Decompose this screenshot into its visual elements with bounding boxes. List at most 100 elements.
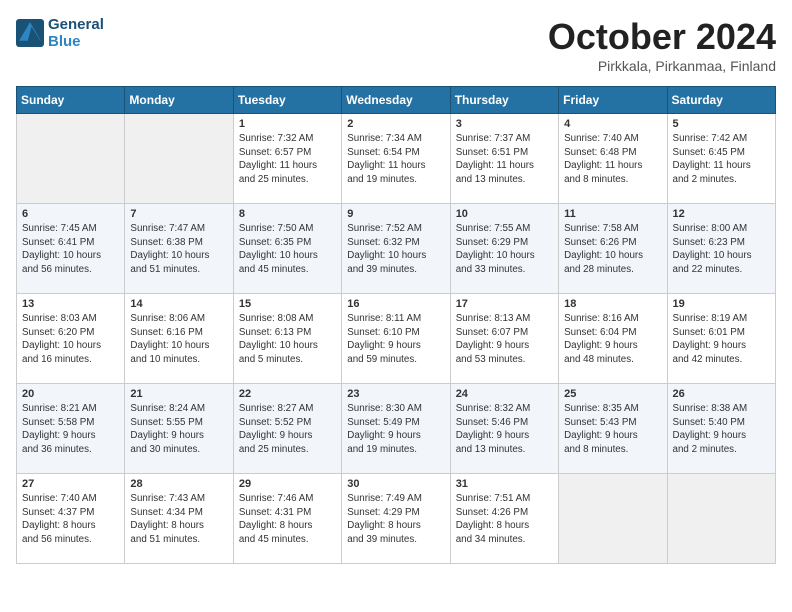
title-block: October 2024 Pirkkala, Pirkanmaa, Finlan… [548,16,776,74]
calendar-cell: 1 Sunrise: 7:32 AM Sunset: 6:57 PM Daylig… [233,114,341,204]
day-info: Sunrise: 8:08 AM Sunset: 6:13 PM Dayligh… [239,312,336,367]
calendar-cell: 16 Sunrise: 8:11 AM Sunset: 6:10 PM Dayli… [342,294,450,384]
day-number: 15 [239,298,336,310]
weekday-header-tuesday: Tuesday [233,87,341,114]
day-info: Sunrise: 7:46 AM Sunset: 4:31 PM Dayligh… [239,492,336,547]
day-info: Sunrise: 7:40 AM Sunset: 4:37 PM Dayligh… [22,492,119,547]
day-number: 23 [347,388,444,400]
day-number: 12 [673,208,770,220]
logo-text: General Blue [48,16,104,50]
day-number: 11 [564,208,661,220]
day-info: Sunrise: 7:40 AM Sunset: 6:48 PM Dayligh… [564,132,661,187]
day-info: Sunrise: 7:58 AM Sunset: 6:26 PM Dayligh… [564,222,661,277]
calendar-cell [559,474,667,564]
day-info: Sunrise: 8:13 AM Sunset: 6:07 PM Dayligh… [456,312,553,367]
weekday-header-sunday: Sunday [17,87,125,114]
calendar-cell: 30 Sunrise: 7:49 AM Sunset: 4:29 PM Dayli… [342,474,450,564]
day-number: 16 [347,298,444,310]
day-number: 19 [673,298,770,310]
logo: General Blue [16,16,104,50]
day-info: Sunrise: 8:38 AM Sunset: 5:40 PM Dayligh… [673,402,770,457]
day-info: Sunrise: 8:30 AM Sunset: 5:49 PM Dayligh… [347,402,444,457]
day-info: Sunrise: 7:45 AM Sunset: 6:41 PM Dayligh… [22,222,119,277]
day-info: Sunrise: 8:11 AM Sunset: 6:10 PM Dayligh… [347,312,444,367]
calendar-cell: 31 Sunrise: 7:51 AM Sunset: 4:26 PM Dayli… [450,474,558,564]
calendar-cell: 26 Sunrise: 8:38 AM Sunset: 5:40 PM Dayli… [667,384,775,474]
day-info: Sunrise: 8:19 AM Sunset: 6:01 PM Dayligh… [673,312,770,367]
day-info: Sunrise: 7:50 AM Sunset: 6:35 PM Dayligh… [239,222,336,277]
day-info: Sunrise: 8:06 AM Sunset: 6:16 PM Dayligh… [130,312,227,367]
calendar-cell [17,114,125,204]
calendar-cell: 19 Sunrise: 8:19 AM Sunset: 6:01 PM Dayli… [667,294,775,384]
day-info: Sunrise: 7:32 AM Sunset: 6:57 PM Dayligh… [239,132,336,187]
day-number: 4 [564,118,661,130]
day-info: Sunrise: 8:21 AM Sunset: 5:58 PM Dayligh… [22,402,119,457]
calendar-cell: 15 Sunrise: 8:08 AM Sunset: 6:13 PM Dayli… [233,294,341,384]
calendar-cell: 14 Sunrise: 8:06 AM Sunset: 6:16 PM Dayli… [125,294,233,384]
month-title: October 2024 [548,16,776,58]
day-number: 2 [347,118,444,130]
day-number: 6 [22,208,119,220]
calendar-cell: 2 Sunrise: 7:34 AM Sunset: 6:54 PM Daylig… [342,114,450,204]
day-info: Sunrise: 7:34 AM Sunset: 6:54 PM Dayligh… [347,132,444,187]
day-number: 18 [564,298,661,310]
weekday-header-monday: Monday [125,87,233,114]
day-info: Sunrise: 7:43 AM Sunset: 4:34 PM Dayligh… [130,492,227,547]
calendar-cell: 25Sunrise: 8:35 AM Sunset: 5:43 PM Dayli… [559,384,667,474]
day-number: 13 [22,298,119,310]
day-number: 8 [239,208,336,220]
day-number: 9 [347,208,444,220]
calendar-cell: 17 Sunrise: 8:13 AM Sunset: 6:07 PM Dayli… [450,294,558,384]
day-info: Sunrise: 8:24 AM Sunset: 5:55 PM Dayligh… [130,402,227,457]
calendar-table: SundayMondayTuesdayWednesdayThursdayFrid… [16,86,776,564]
day-info: Sunrise: 7:49 AM Sunset: 4:29 PM Dayligh… [347,492,444,547]
day-info: Sunrise: 8:32 AM Sunset: 5:46 PM Dayligh… [456,402,553,457]
day-info: Sunrise: 8:03 AM Sunset: 6:20 PM Dayligh… [22,312,119,367]
day-number: 21 [130,388,227,400]
day-number: 5 [673,118,770,130]
day-number: 25 [564,388,661,400]
calendar-cell: 9Sunrise: 7:52 AM Sunset: 6:32 PM Daylig… [342,204,450,294]
day-info: Sunrise: 7:42 AM Sunset: 6:45 PM Dayligh… [673,132,770,187]
day-number: 7 [130,208,227,220]
weekday-header-wednesday: Wednesday [342,87,450,114]
day-number: 20 [22,388,119,400]
day-number: 31 [456,478,553,490]
weekday-header-thursday: Thursday [450,87,558,114]
day-number: 3 [456,118,553,130]
day-info: Sunrise: 7:51 AM Sunset: 4:26 PM Dayligh… [456,492,553,547]
calendar-cell: 29 Sunrise: 7:46 AM Sunset: 4:31 PM Dayli… [233,474,341,564]
calendar-cell: 10 Sunrise: 7:55 AM Sunset: 6:29 PM Dayli… [450,204,558,294]
page-header: General Blue October 2024 Pirkkala, Pirk… [16,16,776,74]
calendar-cell: 12Sunrise: 8:00 AM Sunset: 6:23 PM Dayli… [667,204,775,294]
day-number: 1 [239,118,336,130]
calendar-cell [125,114,233,204]
calendar-cell: 28 Sunrise: 7:43 AM Sunset: 4:34 PM Dayli… [125,474,233,564]
calendar-cell: 6 Sunrise: 7:45 AM Sunset: 6:41 PM Daylig… [17,204,125,294]
day-info: Sunrise: 7:37 AM Sunset: 6:51 PM Dayligh… [456,132,553,187]
location: Pirkkala, Pirkanmaa, Finland [548,58,776,74]
calendar-cell: 5 Sunrise: 7:42 AM Sunset: 6:45 PM Daylig… [667,114,775,204]
calendar-cell: 21 Sunrise: 8:24 AM Sunset: 5:55 PM Dayli… [125,384,233,474]
day-number: 30 [347,478,444,490]
day-info: Sunrise: 7:55 AM Sunset: 6:29 PM Dayligh… [456,222,553,277]
day-info: Sunrise: 8:27 AM Sunset: 5:52 PM Dayligh… [239,402,336,457]
day-number: 24 [456,388,553,400]
day-number: 17 [456,298,553,310]
day-number: 26 [673,388,770,400]
day-number: 22 [239,388,336,400]
calendar-cell: 18 Sunrise: 8:16 AM Sunset: 6:04 PM Dayli… [559,294,667,384]
calendar-cell: 13 Sunrise: 8:03 AM Sunset: 6:20 PM Dayli… [17,294,125,384]
calendar-cell: 22 Sunrise: 8:27 AM Sunset: 5:52 PM Dayli… [233,384,341,474]
day-number: 28 [130,478,227,490]
calendar-cell: 8 Sunrise: 7:50 AM Sunset: 6:35 PM Daylig… [233,204,341,294]
calendar-cell [667,474,775,564]
day-number: 14 [130,298,227,310]
calendar-cell: 23 Sunrise: 8:30 AM Sunset: 5:49 PM Dayli… [342,384,450,474]
day-number: 29 [239,478,336,490]
day-info: Sunrise: 8:16 AM Sunset: 6:04 PM Dayligh… [564,312,661,367]
day-info: Sunrise: 7:47 AM Sunset: 6:38 PM Dayligh… [130,222,227,277]
calendar-cell: 20 Sunrise: 8:21 AM Sunset: 5:58 PM Dayli… [17,384,125,474]
calendar-cell: 11 Sunrise: 7:58 AM Sunset: 6:26 PM Dayli… [559,204,667,294]
day-number: 10 [456,208,553,220]
